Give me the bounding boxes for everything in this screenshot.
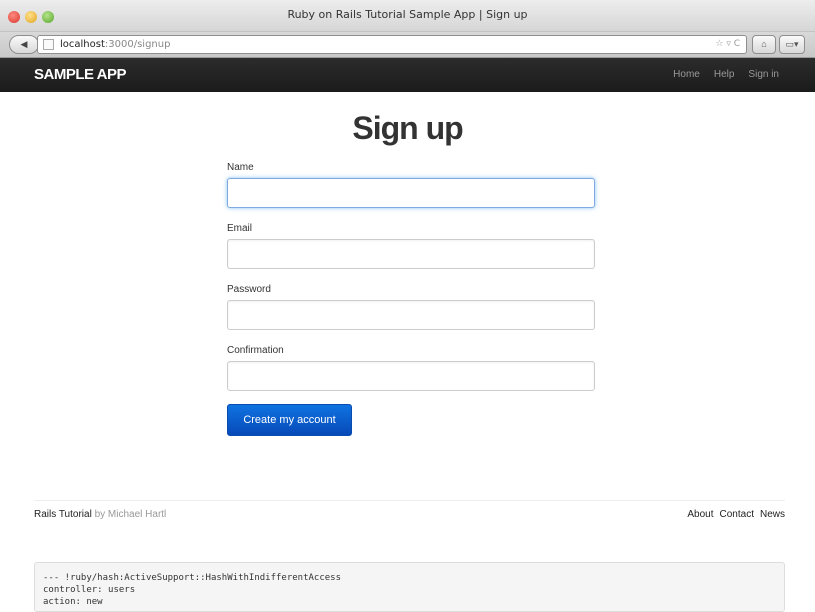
- password-label: Password: [227, 284, 271, 295]
- window-title: Ruby on Rails Tutorial Sample App | Sign…: [287, 8, 528, 21]
- url-path: :3000/signup: [104, 39, 171, 50]
- url-host: localhost: [60, 39, 105, 50]
- debug-line: action: new: [43, 597, 103, 607]
- create-account-button[interactable]: Create my account: [227, 404, 352, 436]
- confirmation-label: Confirmation: [227, 345, 284, 356]
- brand-logo[interactable]: SAMPLE APP: [34, 66, 126, 83]
- address-bar[interactable]: localhost:3000/signup ☆ ▿ C: [37, 35, 747, 54]
- password-field[interactable]: [227, 300, 595, 330]
- sidebar-icon: ▭▾: [785, 39, 799, 49]
- footer-author: by Michael Hartl: [94, 509, 167, 520]
- main-content: Sign up Name Email Password Confirmation…: [0, 92, 815, 494]
- home-icon: ⌂: [761, 39, 767, 49]
- page-icon: [43, 39, 54, 50]
- site-navbar: SAMPLE APP Home Help Sign in: [0, 58, 815, 92]
- back-arrow-icon: ◀: [20, 39, 28, 49]
- debug-line: controller: users: [43, 585, 136, 595]
- name-field[interactable]: [227, 178, 595, 208]
- window-titlebar: Ruby on Rails Tutorial Sample App | Sign…: [0, 0, 815, 32]
- email-label: Email: [227, 223, 253, 234]
- site-footer: Rails Tutorial by Michael Hartl About Co…: [34, 500, 785, 530]
- nav-help-link[interactable]: Help: [714, 69, 735, 80]
- confirmation-field[interactable]: [227, 361, 595, 391]
- nav-home-link[interactable]: Home: [673, 69, 700, 80]
- footer-contact-link[interactable]: Contact: [720, 509, 754, 520]
- footer-news-link[interactable]: News: [760, 509, 785, 520]
- email-field[interactable]: [227, 239, 595, 269]
- back-button[interactable]: ◀: [9, 35, 39, 54]
- sidebar-button[interactable]: ▭▾: [779, 35, 805, 54]
- footer-credit: Rails Tutorial by Michael Hartl: [34, 509, 166, 520]
- browser-toolbar: ◀ localhost:3000/signup ☆ ▿ C ⌂ ▭▾: [0, 32, 815, 58]
- debug-params: --- !ruby/hash:ActiveSupport::HashWithIn…: [34, 562, 785, 612]
- signup-form: Name Email Password Confirmation Create …: [227, 162, 595, 436]
- footer-about-link[interactable]: About: [687, 509, 713, 520]
- home-button[interactable]: ⌂: [752, 35, 776, 54]
- footer-brand-link[interactable]: Rails Tutorial: [34, 509, 92, 520]
- nav-signin-link[interactable]: Sign in: [748, 69, 779, 80]
- nav-links: Home Help Sign in: [673, 69, 779, 80]
- footer-links: About Contact News: [687, 509, 785, 520]
- debug-line: --- !ruby/hash:ActiveSupport::HashWithIn…: [43, 573, 342, 583]
- name-label: Name: [227, 162, 254, 173]
- bookmark-reload-icons[interactable]: ☆ ▿ C: [715, 36, 740, 53]
- page-title: Sign up: [352, 110, 463, 146]
